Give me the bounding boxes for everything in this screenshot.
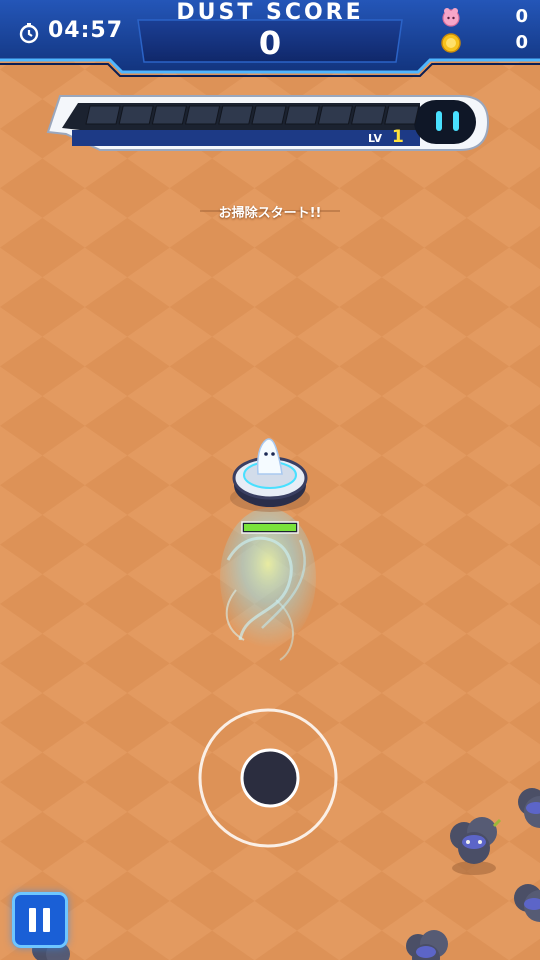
game-stage[interactable]: 04:57 DUST SCORE 0 0 0 LV 1 お掃除スタート!! [0,0,540,960]
exp-bar-segment [184,105,221,125]
pause-icon [29,908,36,932]
timer-text: 04:57 [48,18,124,43]
pause-button[interactable] [12,892,68,948]
score-value: 0 [258,24,282,62]
start-message: お掃除スタート!! [218,206,322,221]
coin-count: 0 [515,32,528,53]
stopwatch-icon [19,23,39,44]
exp-bar-segment [317,105,354,125]
exp-bar-segment [384,105,420,125]
pink-count: 0 [515,6,528,27]
exp-bar-segment [284,105,320,125]
exp-bar-segment [85,105,121,125]
score-title: DUST SCORE [176,0,364,25]
exp-bar-segment [218,105,254,125]
player-health-bar [241,521,299,534]
exp-bar-segment [151,105,188,125]
exp-bar-segment [251,105,287,125]
exp-bar-segment [350,105,387,125]
gold-coin-icon [441,33,461,53]
exp-bar-segment [118,105,154,125]
game-scene [0,0,540,960]
pink-creature-icon [442,8,460,27]
level-label: LV [368,132,383,145]
level-value: 1 [392,127,404,147]
